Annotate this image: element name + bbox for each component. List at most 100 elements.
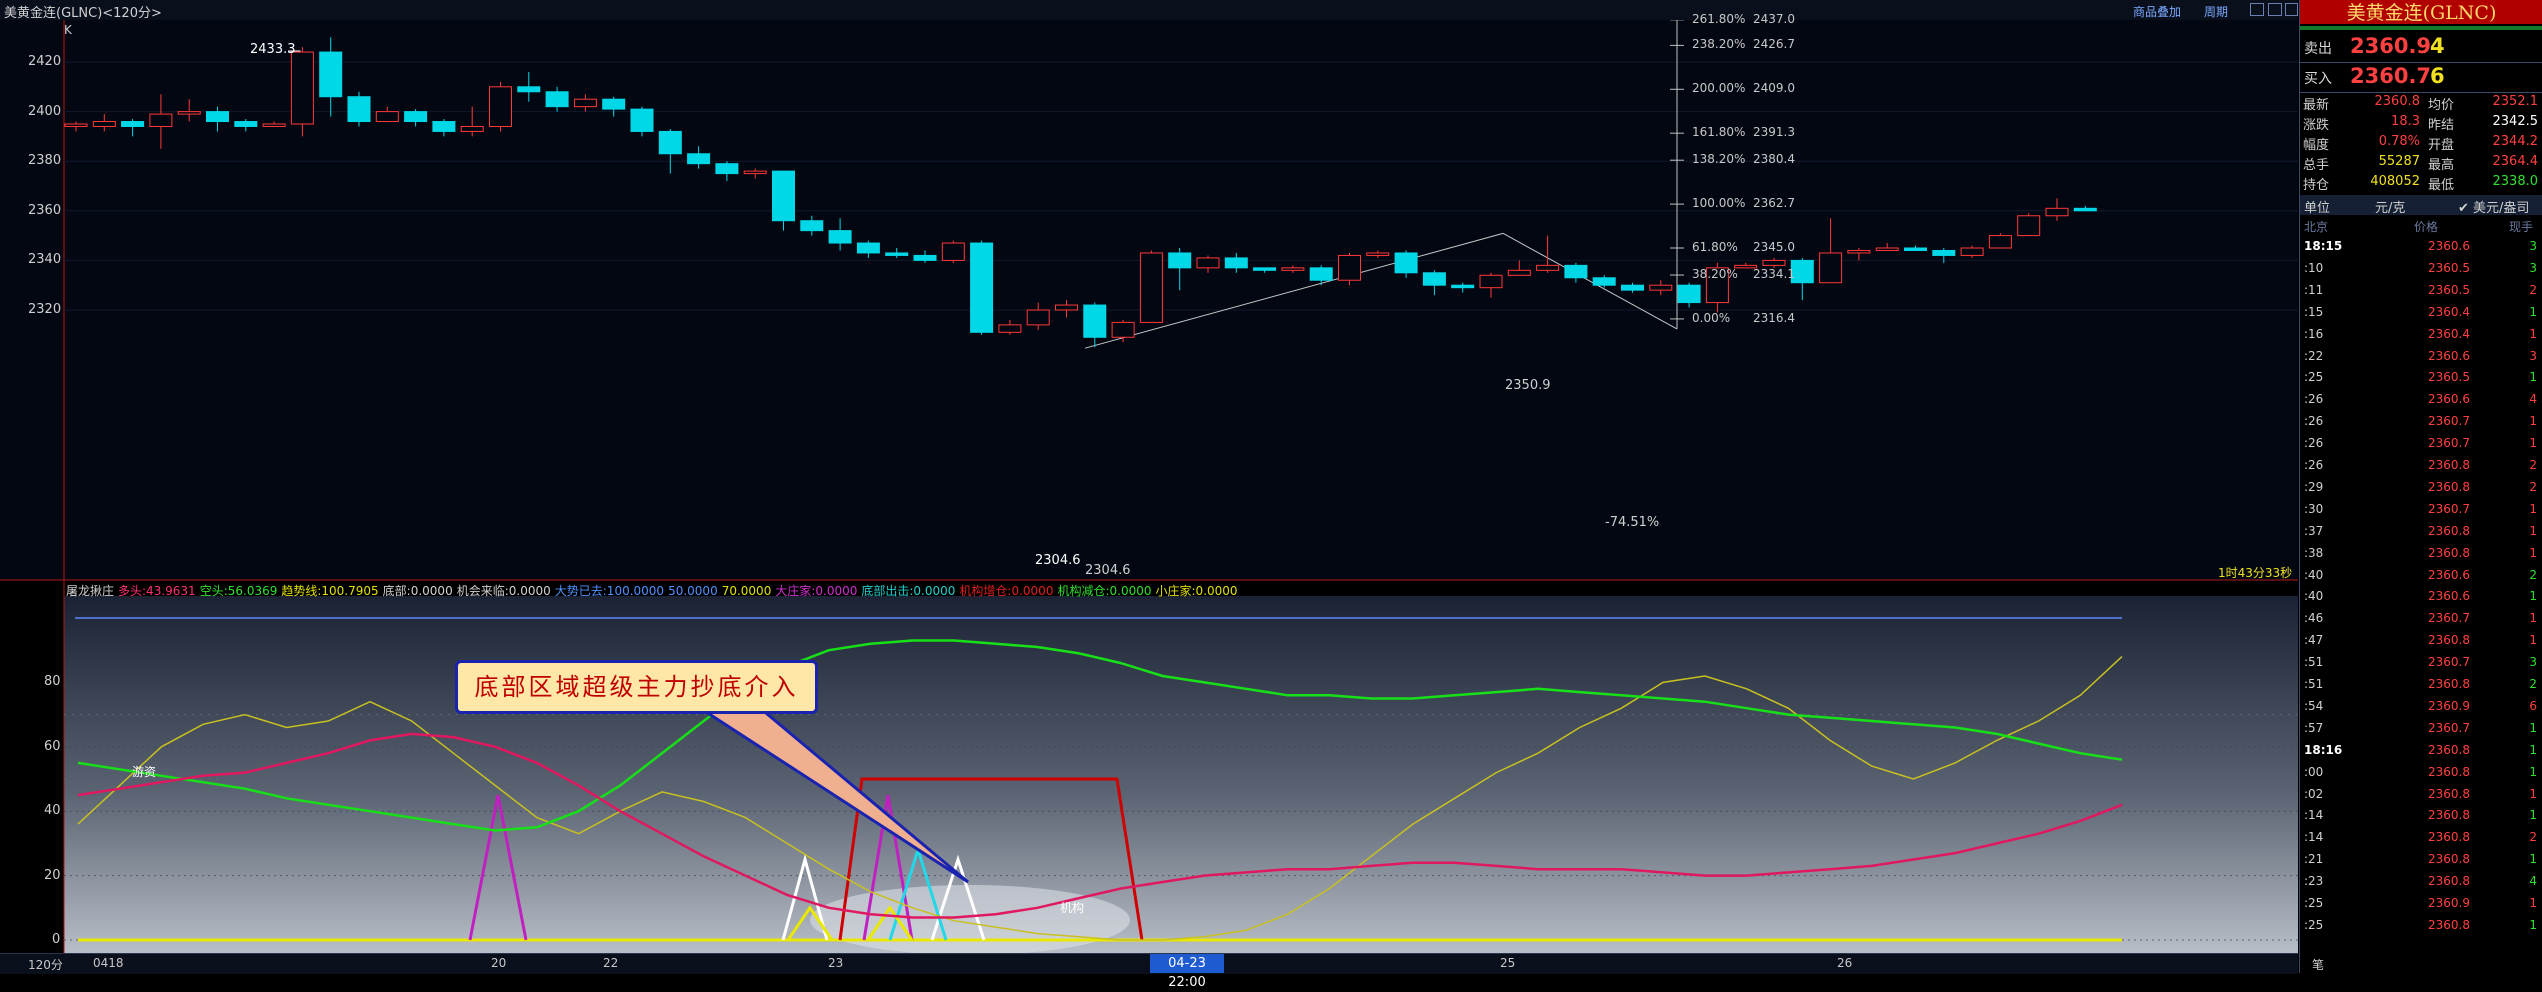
- fib-price: 2316.4: [1753, 310, 1795, 325]
- candle-bull: [2045, 207, 2069, 217]
- tick-time: :14: [2304, 808, 2324, 823]
- candle-bear: [772, 170, 795, 222]
- tick-row: :23 2360.8 4: [2300, 874, 2542, 895]
- crosshair-time-label: 04-23 22:00: [1150, 954, 1224, 990]
- tick-volume: 1: [2529, 896, 2537, 910]
- tick-time: :29: [2304, 479, 2324, 494]
- tick-volume: 1: [2529, 633, 2537, 648]
- period-label: 120分: [28, 958, 63, 972]
- tick-row: :40 2360.6 2: [2300, 568, 2542, 589]
- window-titlebar: 美黄金连(GLNC)<120分> 商品叠加 周期: [0, 0, 2298, 21]
- fib-pct: 100.00%: [1692, 196, 1746, 211]
- fib-price: 2437.0: [1753, 11, 1795, 26]
- candle-bear: [800, 220, 824, 232]
- candle-bull: [1536, 264, 1560, 271]
- legend-item: 50.0000: [668, 584, 718, 598]
- tick-row: :22 2360.6 3: [2300, 349, 2542, 370]
- tick-volume: 1: [2529, 545, 2537, 560]
- tick-price: 2360.4: [2428, 304, 2470, 319]
- col-volume: 现手: [2509, 220, 2534, 234]
- minimize-icon[interactable]: [2250, 3, 2264, 16]
- tick-row: :25 2360.8 1: [2300, 918, 2542, 939]
- tick-price: 2360.8: [2428, 830, 2470, 845]
- candle-bull: [1111, 321, 1135, 338]
- buy-label: 买入: [2304, 71, 2332, 87]
- candle-bear: [121, 121, 145, 127]
- candle-bear: [1932, 249, 1956, 256]
- tick-volume: 2: [2529, 677, 2537, 691]
- tick-time: :46: [2304, 611, 2324, 626]
- candle-bear: [1394, 252, 1418, 274]
- tick-time: :25: [2304, 896, 2324, 910]
- tick-time: :00: [2304, 764, 2324, 779]
- tick-row: :26 2360.7 1: [2300, 414, 2542, 435]
- indicator-k-label: K: [64, 23, 72, 37]
- callout-box: 底部区域超级主力抄底介入: [455, 660, 818, 714]
- tick-volume: 1: [2529, 742, 2537, 757]
- tick-volume: 3: [2529, 655, 2537, 670]
- buy-price: 2360.7: [2350, 64, 2432, 88]
- tick-time: :21: [2304, 852, 2324, 867]
- tick-price: 2360.8: [2428, 523, 2470, 538]
- tick-volume: 1: [2529, 611, 2537, 626]
- candle-bear: [1564, 264, 1588, 279]
- indicator-pane-bg: [64, 596, 2298, 953]
- unit-alt-toggle[interactable]: ✔ 美元/盎司: [2458, 197, 2529, 216]
- tick-time: :51: [2304, 677, 2324, 691]
- candle-bear: [1677, 284, 1701, 304]
- candle-bear: [319, 51, 343, 98]
- tick-volume: 4: [2529, 392, 2537, 407]
- tick-time: :26: [2304, 458, 2324, 472]
- candle-bull: [375, 111, 399, 123]
- tick-time: :10: [2304, 260, 2324, 275]
- candle-bull: [1875, 247, 1899, 251]
- candle-bull: [1338, 254, 1361, 281]
- candle-bull: [1507, 269, 1531, 276]
- tick-row: :46 2360.7 1: [2300, 611, 2542, 632]
- stat-value: 55287: [2378, 154, 2420, 169]
- candle-bull: [1960, 247, 1984, 256]
- tick-price: 2360.7: [2428, 501, 2470, 516]
- tick-row: :11 2360.5 2: [2300, 283, 2542, 304]
- tick-time: :37: [2304, 523, 2324, 538]
- candle-bull: [262, 123, 286, 127]
- tick-time: :25: [2304, 917, 2324, 932]
- stat-value: 2360.8: [2374, 94, 2421, 109]
- low-annotation-2: 2304.6: [1085, 563, 1131, 578]
- tick-time: :40: [2304, 567, 2324, 582]
- tick-price: 2360.6: [2428, 567, 2470, 582]
- tick-time: :30: [2304, 501, 2324, 516]
- restore-icon[interactable]: [2268, 3, 2282, 16]
- fib-pct: 38.20%: [1692, 267, 1738, 282]
- tick-price: 2360.6: [2428, 348, 2470, 363]
- sell-qty: 4: [2430, 34, 2445, 58]
- legend-item: 机构减仓:0.0000: [1057, 584, 1152, 598]
- x-label: 26: [1837, 956, 1853, 970]
- tick-row: :26 2360.8 2: [2300, 458, 2542, 479]
- legend-item: 多头:43.9631: [118, 584, 196, 598]
- candle-bear: [1309, 267, 1333, 281]
- unit-value[interactable]: 元/克: [2375, 197, 2405, 216]
- stat-value: 2338.0: [2492, 174, 2539, 189]
- tick-price: 2360.8: [2428, 545, 2470, 560]
- x-label: 22: [603, 956, 619, 970]
- period-link[interactable]: 周期: [2204, 3, 2228, 20]
- price-chart-svg[interactable]: [0, 20, 2298, 953]
- tick-row: :25 2360.9 1: [2300, 896, 2542, 917]
- indicator-y-tick: 40: [44, 803, 61, 819]
- candle-bear: [347, 96, 371, 123]
- x-label: 20: [491, 956, 507, 970]
- fib-price: 2334.1: [1753, 267, 1795, 282]
- tick-row: :25 2360.5 1: [2300, 370, 2542, 391]
- chart-area[interactable]: K 2433.3 2304.6 2304.6 2350.9 -74.51% 1时…: [0, 12, 2298, 953]
- candle-bear: [970, 242, 994, 333]
- indicator-y-tick: 0: [52, 932, 61, 947]
- tick-row: :00 2360.8 1: [2300, 765, 2542, 786]
- tick-row: :16 2360.4 1: [2300, 327, 2542, 348]
- close-icon[interactable]: [2285, 3, 2298, 16]
- fib-pct: 138.20%: [1692, 152, 1746, 167]
- overlay-product-link[interactable]: 商品叠加: [2133, 3, 2181, 20]
- candle-bear: [602, 98, 626, 110]
- tick-volume: 1: [2529, 852, 2537, 867]
- tick-price: 2360.8: [2428, 808, 2470, 823]
